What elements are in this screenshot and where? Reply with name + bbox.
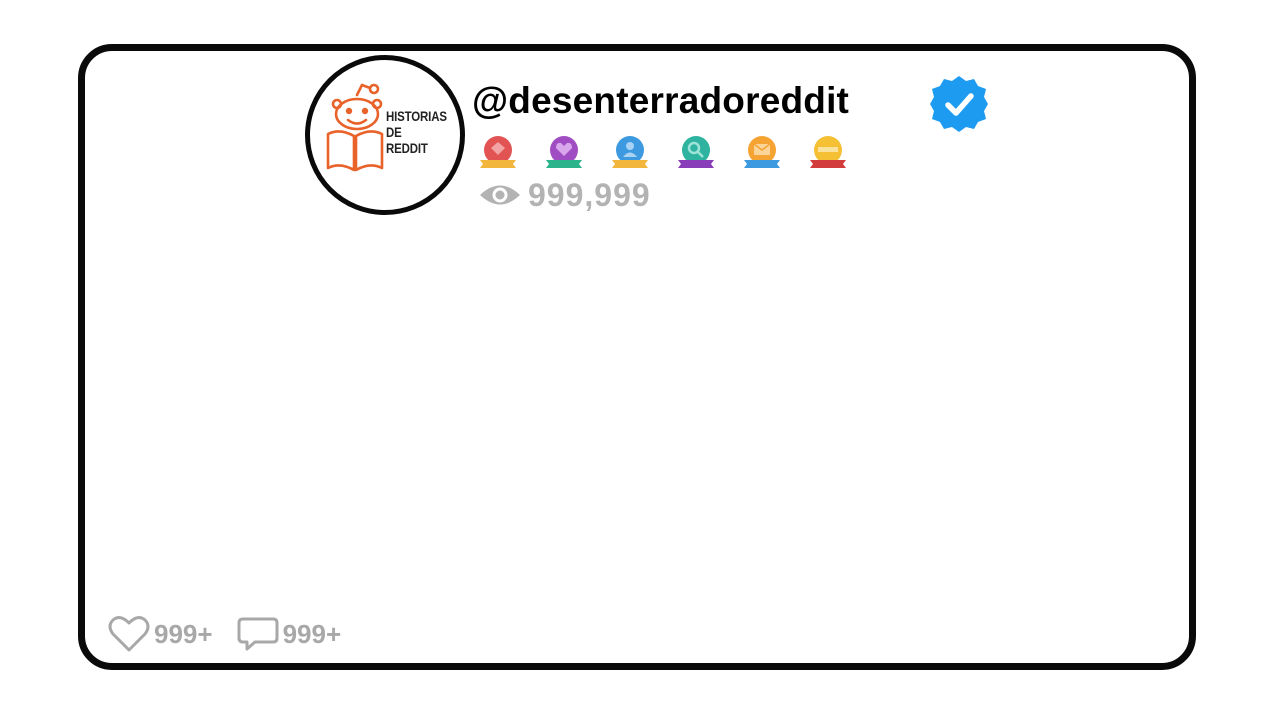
likes-count: 999+ <box>154 618 213 649</box>
comment-button[interactable]: 999+ <box>237 616 342 652</box>
minus-badge-icon[interactable] <box>808 134 848 170</box>
search-badge-icon[interactable] <box>676 134 716 170</box>
eye-icon <box>480 185 520 205</box>
person-badge-icon[interactable] <box>610 134 650 170</box>
avatar[interactable]: HISTORIAS DE REDDIT <box>305 55 465 215</box>
reddit-book-logo-icon <box>326 83 384 172</box>
heart-icon <box>108 616 150 652</box>
diamond-badge-icon[interactable] <box>478 134 518 170</box>
badge-row <box>478 134 858 170</box>
logo-text: HISTORIAS DE REDDIT <box>386 108 447 156</box>
reaction-bar: 999+ 999+ <box>108 614 365 654</box>
comments-count: 999+ <box>282 618 342 649</box>
comment-icon <box>237 617 279 651</box>
envelope-badge-icon[interactable] <box>742 134 782 170</box>
username[interactable]: @desenterradoreddit <box>472 80 849 122</box>
like-button[interactable]: 999+ <box>108 615 213 653</box>
view-count: 999,999 <box>478 176 651 213</box>
heart-badge-icon[interactable] <box>544 134 584 170</box>
views-count: 999,999 <box>528 176 651 213</box>
verified-check-icon <box>930 76 988 132</box>
